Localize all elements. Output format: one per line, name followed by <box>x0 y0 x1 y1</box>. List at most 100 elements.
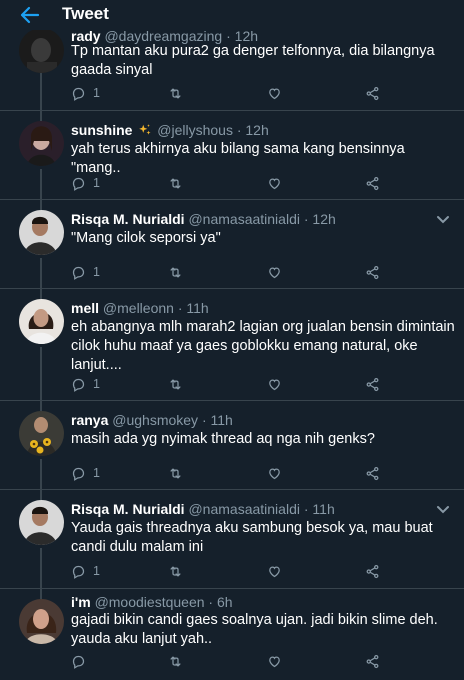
like-button[interactable] <box>267 84 282 102</box>
author-handle[interactable]: @moodiestqueen <box>95 594 205 610</box>
tweet-item[interactable]: sunshine @jellyshous · 12h yah terus akh… <box>0 111 464 200</box>
like-button[interactable] <box>267 464 282 482</box>
share-button[interactable] <box>365 464 380 482</box>
reply-button[interactable]: 1 <box>71 464 100 482</box>
tweet-time[interactable]: 12h <box>312 211 335 227</box>
author-name[interactable]: Risqa M. Nurialdi <box>71 501 185 517</box>
avatar[interactable] <box>19 299 64 344</box>
reply-button[interactable]: 1 <box>71 375 100 393</box>
tweet-text: Tp mantan aku pura2 ga denger telfonnya,… <box>71 43 435 78</box>
tweet-time[interactable]: 11h <box>211 412 233 428</box>
thread-connector <box>40 111 42 121</box>
tweet-item[interactable]: Risqa M. Nurialdi @namasaatinialdi · 11h… <box>0 490 464 589</box>
share-button[interactable] <box>365 84 380 102</box>
share-button[interactable] <box>365 652 380 670</box>
sparkles-icon <box>139 124 151 135</box>
reply-icon <box>72 378 85 392</box>
meta-separator: · <box>303 501 309 517</box>
thread-connector <box>40 548 42 589</box>
tweet-item[interactable]: mell @melleonn · 11h eh abangnya mlh mar… <box>0 289 464 401</box>
author-name[interactable]: Risqa M. Nurialdi <box>71 211 185 227</box>
thread-connector <box>40 347 42 401</box>
back-arrow-icon[interactable] <box>20 6 40 24</box>
meta-separator: · <box>303 211 309 227</box>
tweet-actions: 1 <box>71 375 391 393</box>
author-name[interactable]: ranya <box>71 412 108 428</box>
share-icon <box>366 654 379 668</box>
tweet-text: masih ada yg nyimak thread aq nga nih ge… <box>71 431 375 447</box>
like-button[interactable] <box>267 652 282 670</box>
author-name[interactable]: i'm <box>71 594 91 610</box>
reply-count: 1 <box>93 265 100 279</box>
like-button[interactable] <box>267 375 282 393</box>
tweet-time[interactable]: 6h <box>217 594 233 610</box>
avatar[interactable] <box>19 500 64 545</box>
tweet-author-meta: Risqa M. Nurialdi @namasaatinialdi · 12h <box>71 211 336 227</box>
tweet-actions: 1 <box>71 263 391 281</box>
heart-icon <box>269 467 280 479</box>
share-icon <box>366 377 379 391</box>
retweet-button[interactable] <box>168 174 183 192</box>
tweet-item[interactable]: ranya @ughsmokey · 11h masih ada yg nyim… <box>0 401 464 490</box>
page-title: Tweet <box>62 4 109 23</box>
meta-separator: · <box>236 122 242 138</box>
retweet-button[interactable] <box>168 562 183 580</box>
chevron-down-icon[interactable] <box>436 215 450 225</box>
tweet-time[interactable]: 11h <box>186 300 208 316</box>
author-name[interactable]: mell <box>71 300 99 316</box>
author-handle[interactable]: @ughsmokey <box>112 412 198 428</box>
tweet-time[interactable]: 12h <box>245 122 268 138</box>
retweet-button[interactable] <box>168 84 183 102</box>
tweet-actions: 1 <box>71 464 391 482</box>
tweet-actions: 1 <box>71 174 391 192</box>
like-button[interactable] <box>267 174 282 192</box>
like-button[interactable] <box>267 562 282 580</box>
reply-count: 1 <box>93 564 100 578</box>
reply-button[interactable]: 1 <box>71 562 100 580</box>
avatar[interactable] <box>19 599 64 644</box>
thread-connector <box>40 401 42 411</box>
avatar[interactable] <box>19 210 64 255</box>
tweet-item[interactable]: Risqa M. Nurialdi @namasaatinialdi · 12h… <box>0 200 464 289</box>
tweet-author-meta: i'm @moodiestqueen · 6h <box>71 594 233 610</box>
like-button[interactable] <box>267 263 282 281</box>
retweet-button[interactable] <box>168 263 183 281</box>
thread-connector <box>40 289 42 299</box>
retweet-button[interactable] <box>168 652 183 670</box>
thread-connector <box>40 200 42 210</box>
retweet-button[interactable] <box>168 464 183 482</box>
retweet-button[interactable] <box>168 375 183 393</box>
author-handle[interactable]: @melleonn <box>103 300 174 316</box>
share-button[interactable] <box>365 375 380 393</box>
share-button[interactable] <box>365 263 380 281</box>
tweet-actions: 1 <box>71 84 391 102</box>
reply-button[interactable]: 1 <box>71 84 100 102</box>
tweet-author-meta: sunshine @jellyshous · 12h <box>71 122 269 138</box>
retweet-icon <box>170 178 181 188</box>
avatar[interactable] <box>19 411 64 456</box>
author-name[interactable]: sunshine <box>71 122 132 138</box>
author-handle[interactable]: @namasaatinialdi <box>188 211 300 227</box>
reply-icon <box>72 87 85 101</box>
tweet-item[interactable]: i'm @moodiestqueen · 6h gajadi bikin can… <box>0 589 464 680</box>
avatar[interactable] <box>19 28 64 73</box>
heart-icon <box>269 266 280 278</box>
share-icon <box>366 564 379 578</box>
reply-icon <box>72 266 85 280</box>
retweet-icon <box>170 656 181 666</box>
reply-button[interactable]: 1 <box>71 263 100 281</box>
reply-icon <box>72 467 85 481</box>
author-handle[interactable]: @jellyshous <box>157 122 233 138</box>
tweet-time[interactable]: 11h <box>312 501 334 517</box>
chevron-down-icon[interactable] <box>436 505 450 515</box>
reply-button[interactable] <box>71 652 93 670</box>
tweet-text: gajadi bikin candi gaes soalnya ujan. ja… <box>71 612 438 647</box>
author-handle[interactable]: @namasaatinialdi <box>188 501 300 517</box>
reply-button[interactable]: 1 <box>71 174 100 192</box>
share-icon <box>366 176 379 190</box>
avatar[interactable] <box>19 121 64 166</box>
heart-icon <box>269 565 280 577</box>
share-button[interactable] <box>365 562 380 580</box>
share-button[interactable] <box>365 174 380 192</box>
thread-connector <box>40 459 42 490</box>
